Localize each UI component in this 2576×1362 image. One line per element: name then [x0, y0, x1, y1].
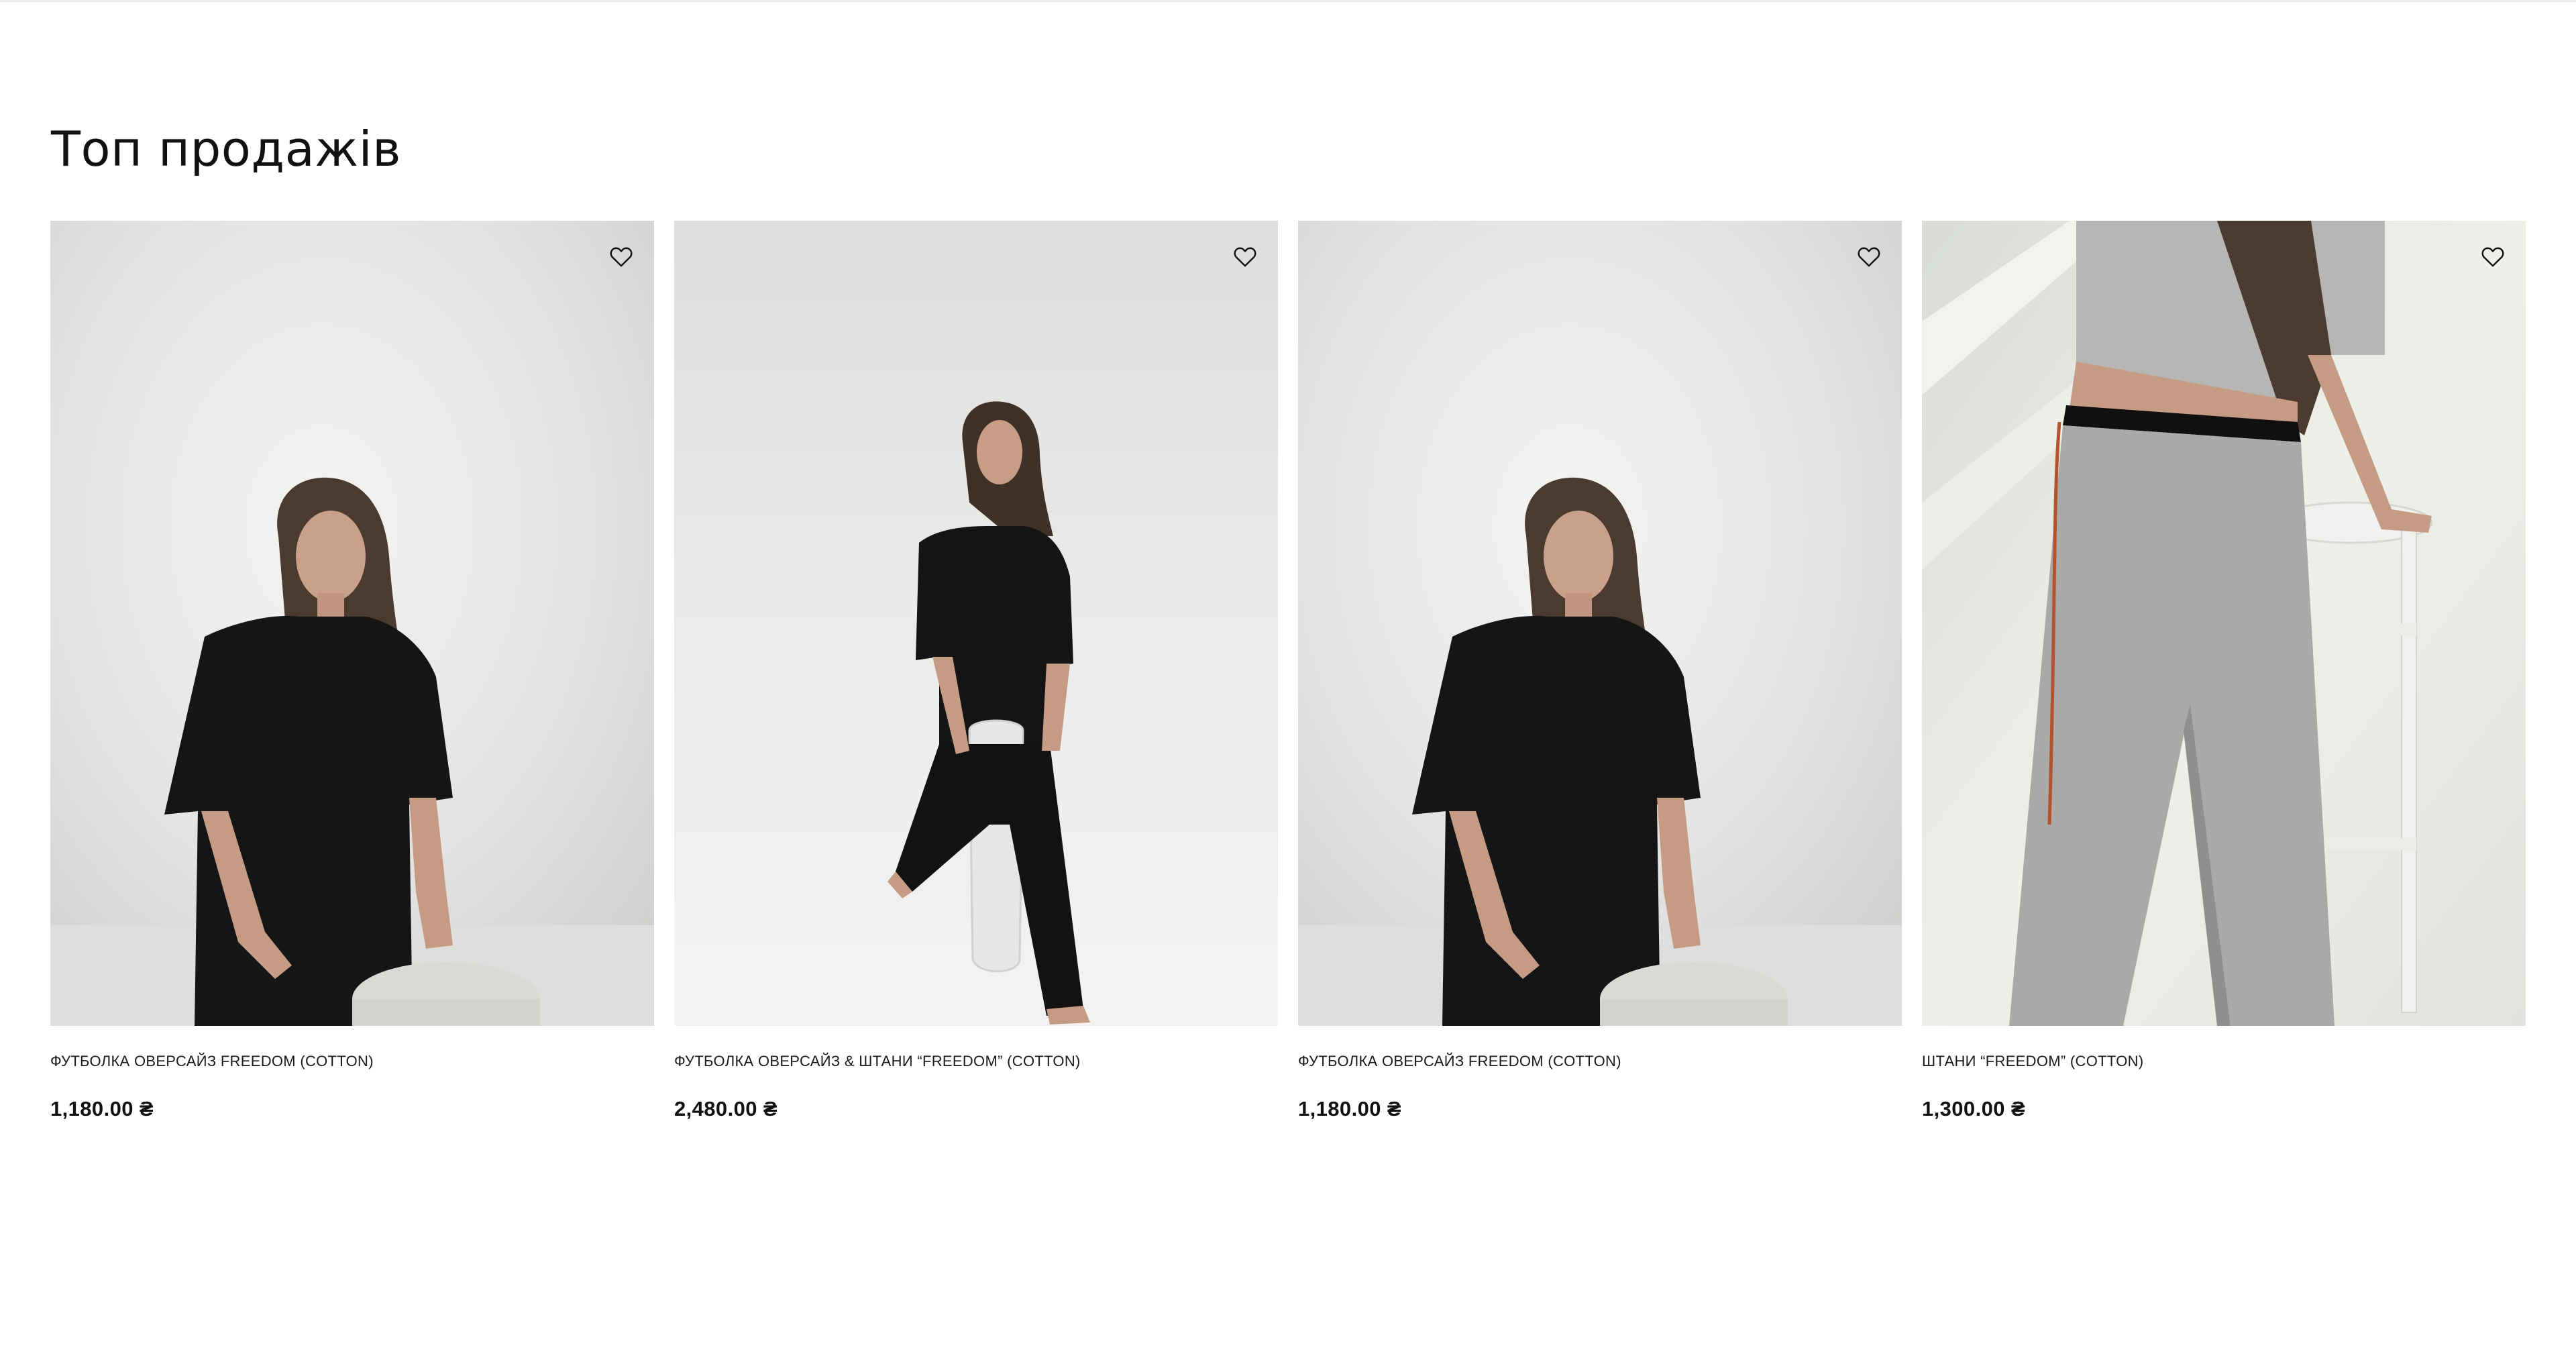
product-card[interactable]: ШТАНИ “FREEDOM” (COTTON) 1,300.00 ₴: [1922, 221, 2526, 1160]
wishlist-button[interactable]: [1852, 240, 1886, 273]
product-image[interactable]: [1298, 221, 1902, 1026]
wishlist-button[interactable]: [604, 240, 638, 273]
product-title[interactable]: ФУТБОЛКА ОВЕРСАЙЗ FREEDOM (COTTON): [50, 1051, 654, 1071]
product-card[interactable]: ФУТБОЛКА ОВЕРСАЙЗ FREEDOM (COTTON) 1,180…: [50, 221, 654, 1160]
product-price: 1,180.00 ₴: [50, 1097, 154, 1120]
product-price: 2,480.00 ₴: [674, 1097, 777, 1120]
product-title[interactable]: ФУТБОЛКА ОВЕРСАЙЗ FREEDOM (COTTON): [1298, 1051, 1902, 1071]
product-photo-grey-pants: [1922, 221, 2526, 1026]
heart-outline-icon: [610, 247, 633, 267]
product-image[interactable]: [1922, 221, 2526, 1026]
product-image[interactable]: [674, 221, 1278, 1026]
product-photo-oversize-tee: [50, 221, 654, 1026]
product-card[interactable]: ФУТБОЛКА ОВЕРСАЙЗ & ШТАНИ “FREEDOM” (COT…: [674, 221, 1278, 1160]
heart-outline-icon: [1234, 247, 1256, 267]
wishlist-button[interactable]: [2476, 240, 2510, 273]
product-photo-oversize-tee: [1298, 221, 1902, 1026]
product-card[interactable]: ФУТБОЛКА ОВЕРСАЙЗ FREEDOM (COTTON) 1,180…: [1298, 221, 1902, 1160]
section-title: Топ продажів: [51, 121, 402, 177]
product-photo-tee-and-pants-set: [674, 221, 1278, 1026]
product-price: 1,180.00 ₴: [1298, 1097, 1401, 1120]
product-price: 1,300.00 ₴: [1922, 1097, 2025, 1120]
page-top-divider: [0, 0, 2576, 2]
heart-outline-icon: [2481, 247, 2504, 267]
heart-outline-icon: [1858, 247, 1880, 267]
wishlist-button[interactable]: [1228, 240, 1262, 273]
product-title[interactable]: ШТАНИ “FREEDOM” (COTTON): [1922, 1051, 2526, 1071]
product-grid: ФУТБОЛКА ОВЕРСАЙЗ FREEDOM (COTTON) 1,180…: [50, 221, 2526, 1160]
product-title[interactable]: ФУТБОЛКА ОВЕРСАЙЗ & ШТАНИ “FREEDOM” (COT…: [674, 1051, 1278, 1071]
product-image[interactable]: [50, 221, 654, 1026]
